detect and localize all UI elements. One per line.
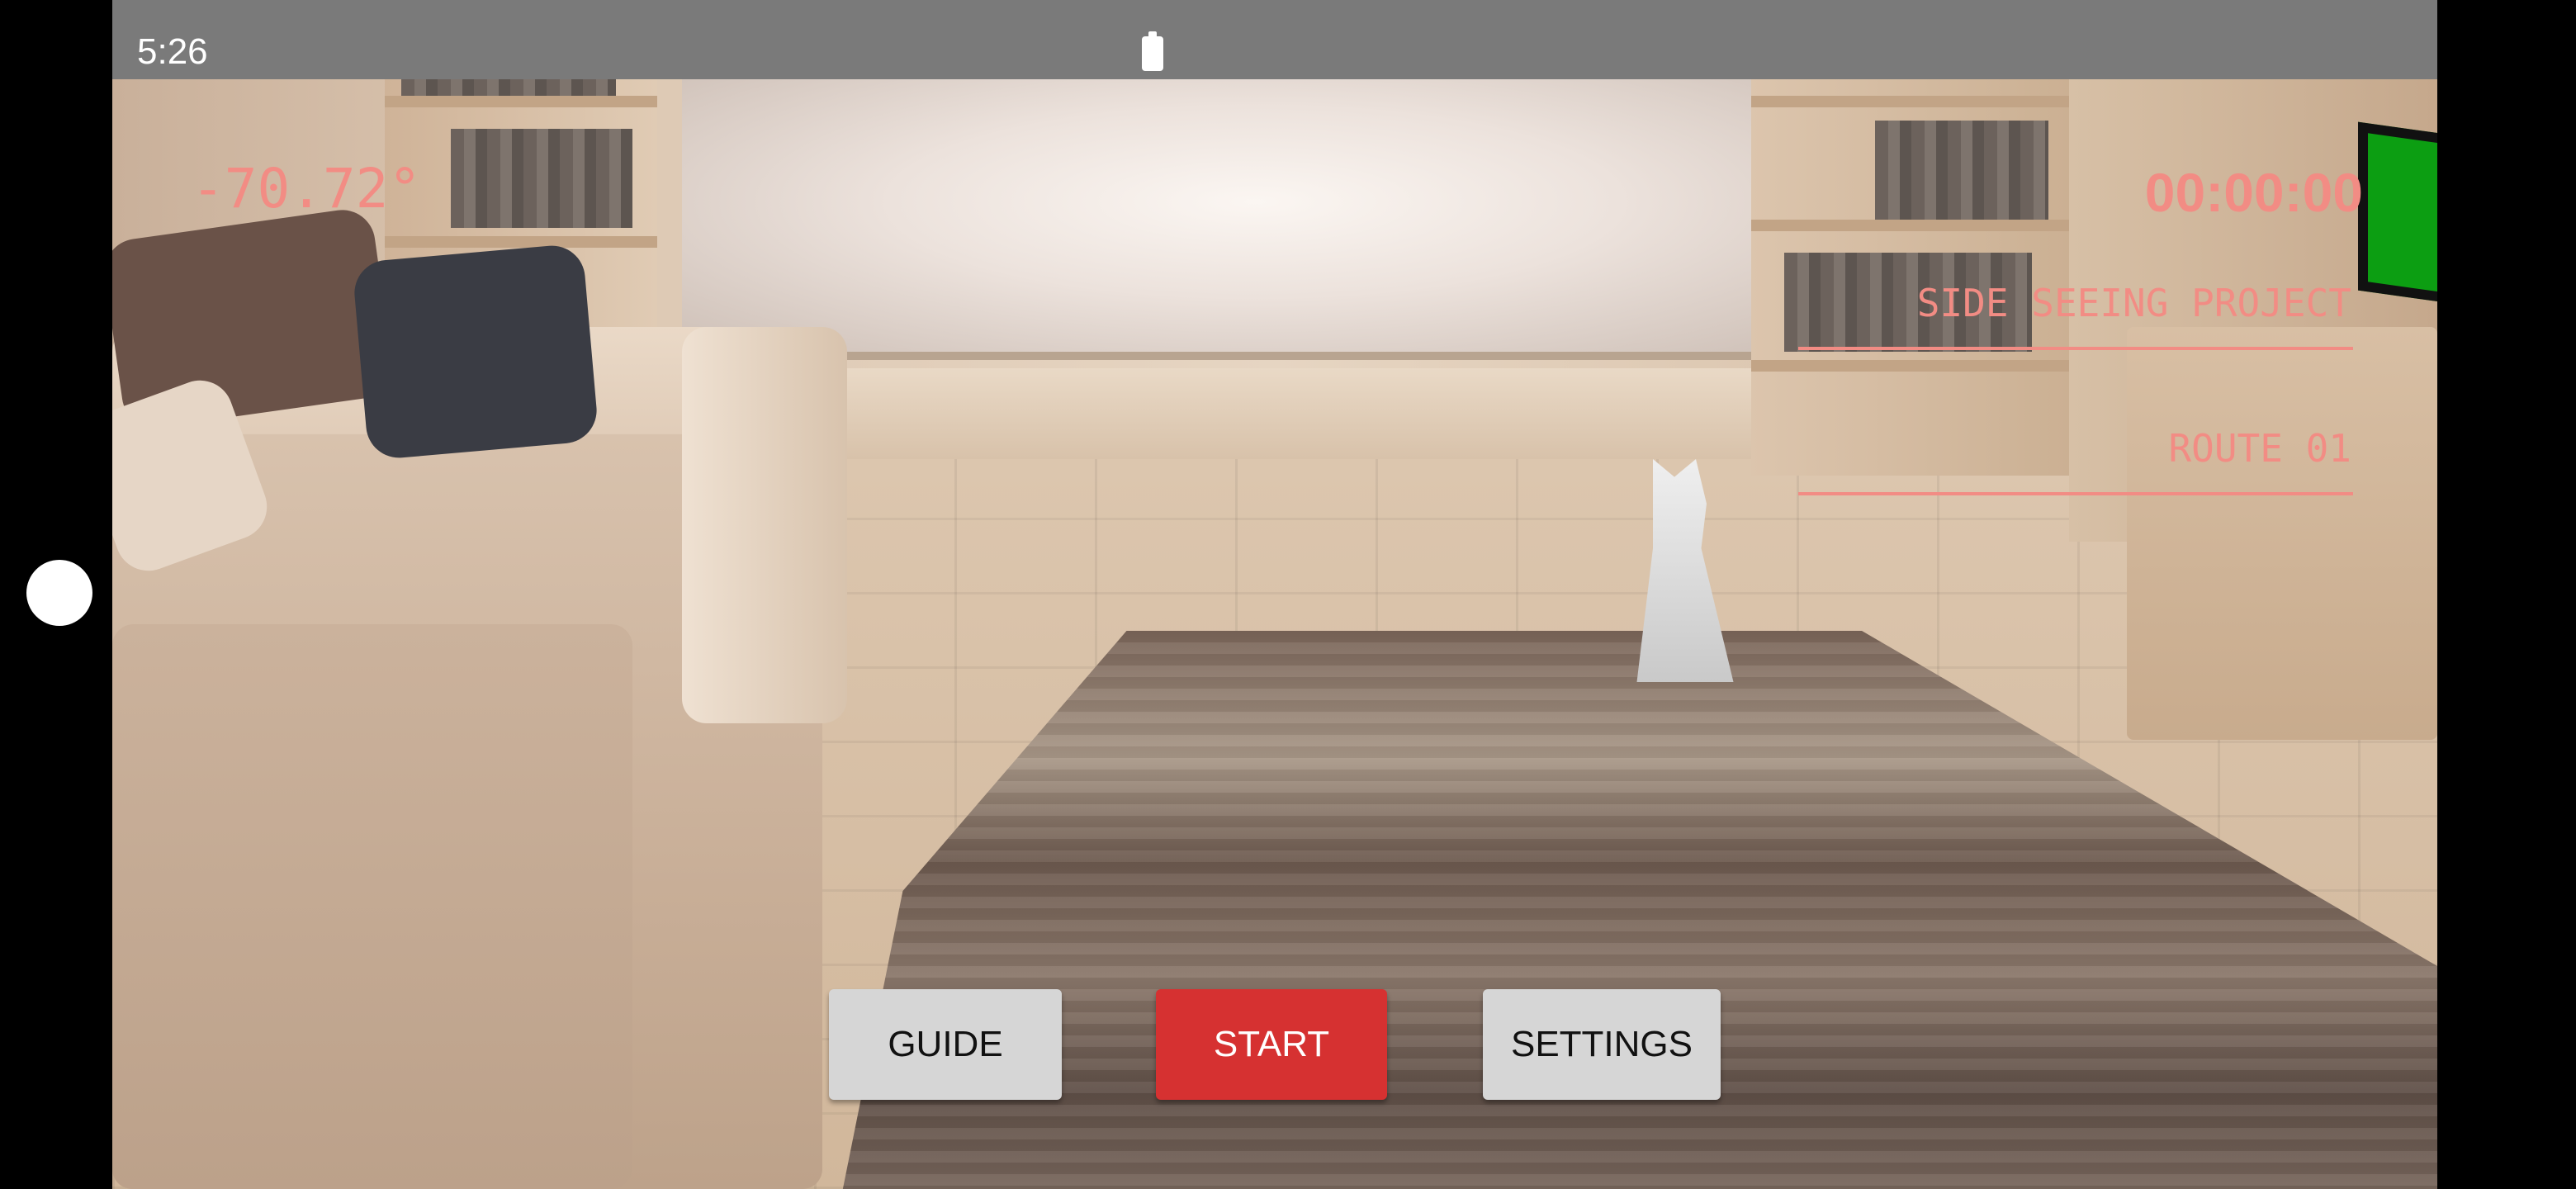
angle-readout: -70.72°	[192, 157, 422, 220]
start-button[interactable]: START	[1156, 989, 1387, 1100]
sofa-cushion	[112, 624, 632, 1189]
guide-button[interactable]: GUIDE	[829, 989, 1062, 1100]
route-underline	[1798, 492, 2353, 495]
settings-button[interactable]: SETTINGS	[1483, 989, 1721, 1100]
project-name: SIDE SEEING PROJECT	[1916, 281, 2351, 325]
bookshelf-right	[1751, 79, 2069, 476]
window-sill	[814, 368, 1879, 459]
status-time: 5:26	[137, 31, 208, 72]
front-camera	[26, 560, 92, 626]
sofa-arm	[682, 327, 847, 723]
device-frame: 5:26 -70.72° 00:00:00 SIDE SEEING PROJEC…	[0, 0, 2576, 1189]
recording-timer: 00:00:00	[2144, 162, 2363, 223]
project-underline	[1798, 347, 2353, 350]
route-name: ROUTE 01	[2168, 426, 2351, 471]
sideboard	[2127, 327, 2437, 740]
monitor-screen	[2358, 121, 2437, 305]
battery-icon	[1142, 31, 1163, 71]
window	[682, 79, 1828, 360]
pillow-navy	[352, 243, 599, 461]
status-bar: 5:26	[112, 0, 2437, 79]
app-screen: 5:26 -70.72° 00:00:00 SIDE SEEING PROJEC…	[112, 0, 2437, 1189]
